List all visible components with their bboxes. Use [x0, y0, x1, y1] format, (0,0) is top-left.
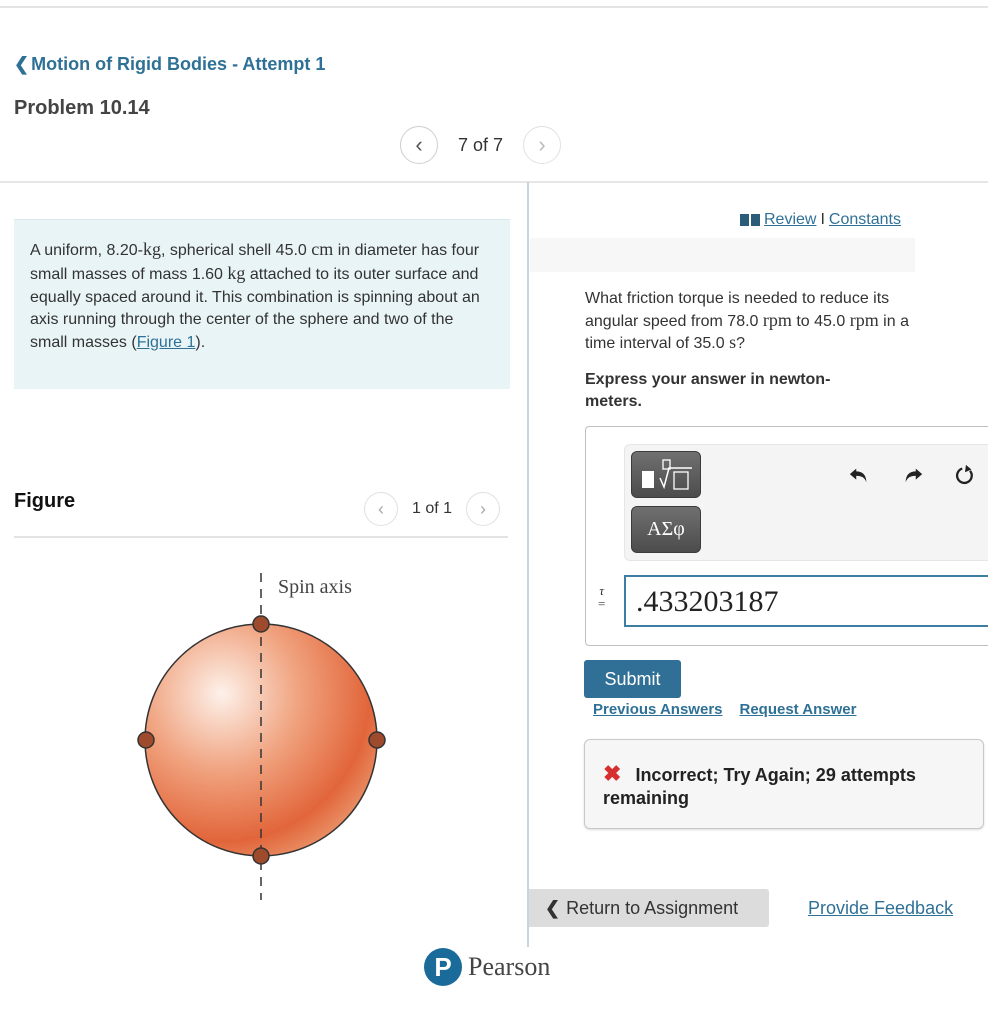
chevron-left-icon: ‹: [378, 498, 384, 519]
back-link-label: Motion of Rigid Bodies - Attempt 1: [31, 54, 326, 74]
constants-link[interactable]: Constants: [829, 211, 901, 229]
question-text: What friction torque is needed to reduce…: [585, 288, 915, 355]
intro-text: ).: [195, 333, 206, 351]
feedback-text: Incorrect; Try Again; 29 attempts remain…: [603, 765, 916, 808]
separator: I: [820, 211, 825, 228]
return-label: Return to Assignment: [566, 897, 739, 918]
book-icon: [740, 214, 760, 226]
spherical-shell-figure: Spin axis: [137, 573, 386, 900]
figure-link[interactable]: Figure 1: [137, 334, 196, 351]
intro-text: , spherical shell 45.0: [160, 242, 312, 259]
pearson-logo: P Pearson: [424, 948, 550, 986]
answer-input[interactable]: .433203187: [624, 575, 988, 627]
unit-cm: cm: [311, 239, 334, 259]
resources-row: Review I Constants: [740, 211, 901, 229]
pearson-wordmark: Pearson: [468, 952, 551, 981]
chevron-left-icon: ❮: [545, 897, 561, 918]
figure-divider: [14, 536, 508, 538]
unit-kg: kg: [227, 263, 246, 284]
chevron-right-icon: ›: [538, 132, 546, 157]
answer-instruction: Express your answer in newton-meters.: [585, 371, 831, 410]
problem-pager: ‹ 7 of 7 ›: [400, 126, 562, 164]
submit-button[interactable]: Submit: [584, 660, 681, 698]
unit-rpm: rpm: [849, 309, 879, 330]
unit-kg: kg: [142, 239, 161, 259]
part-header-band: [530, 238, 915, 272]
return-to-assignment-button[interactable]: ❮ Return to Assignment: [529, 889, 769, 927]
provide-feedback-link[interactable]: Provide Feedback: [808, 898, 953, 919]
previous-figure-button[interactable]: ‹: [364, 492, 398, 526]
reset-icon[interactable]: [954, 464, 976, 486]
next-problem-button[interactable]: ›: [523, 126, 562, 164]
problem-title: Problem 10.14: [14, 97, 150, 119]
chevron-right-icon: ›: [480, 498, 487, 519]
mass-right: [368, 731, 386, 749]
next-figure-button[interactable]: ›: [466, 492, 501, 526]
figure-pager: ‹ 1 of 1 ›: [364, 492, 501, 526]
redo-icon[interactable]: [902, 464, 924, 486]
figure-count: 1 of 1: [412, 500, 453, 517]
incorrect-x-icon: ✖: [603, 761, 622, 786]
top-border: [0, 6, 988, 8]
undo-icon[interactable]: [848, 464, 870, 486]
question-part: to 45.0: [791, 312, 850, 330]
templates-button[interactable]: [631, 451, 701, 498]
chevron-left-icon: ‹: [415, 132, 423, 157]
answer-variable-label: τ =: [598, 584, 605, 610]
templates-icon: [642, 458, 692, 490]
spin-axis-label: Spin axis: [278, 576, 352, 598]
figure-title: Figure: [14, 490, 76, 512]
header-divider: [0, 181, 988, 183]
column-divider: [527, 182, 529, 947]
problem-count: 7 of 7: [458, 134, 504, 155]
review-link[interactable]: Review: [764, 211, 816, 229]
unit-rpm: rpm: [762, 309, 792, 330]
request-answer-link[interactable]: Request Answer: [740, 701, 857, 718]
previous-problem-button[interactable]: ‹: [400, 126, 438, 164]
problem-intro: A uniform, 8.20-kg, spherical shell 45.0…: [14, 219, 510, 389]
previous-answers-link[interactable]: Previous Answers: [593, 701, 723, 718]
answer-links: Previous Answers Request Answer: [593, 701, 856, 718]
chevron-left-icon: ❮: [14, 54, 30, 74]
feedback-message: ✖ Incorrect; Try Again; 29 attempts remai…: [584, 739, 984, 829]
mass-bottom: [252, 847, 270, 865]
mass-top: [252, 615, 270, 633]
greek-symbols-button[interactable]: ΑΣφ: [631, 506, 701, 553]
back-to-assignment-link[interactable]: ❮ Motion of Rigid Bodies - Attempt 1: [14, 54, 325, 75]
question-part: ?: [736, 335, 745, 352]
pearson-mark-icon: P: [424, 948, 462, 986]
intro-text: A uniform, 8.20-: [30, 242, 143, 259]
mass-left: [137, 731, 155, 749]
equals-sign: =: [598, 596, 606, 611]
